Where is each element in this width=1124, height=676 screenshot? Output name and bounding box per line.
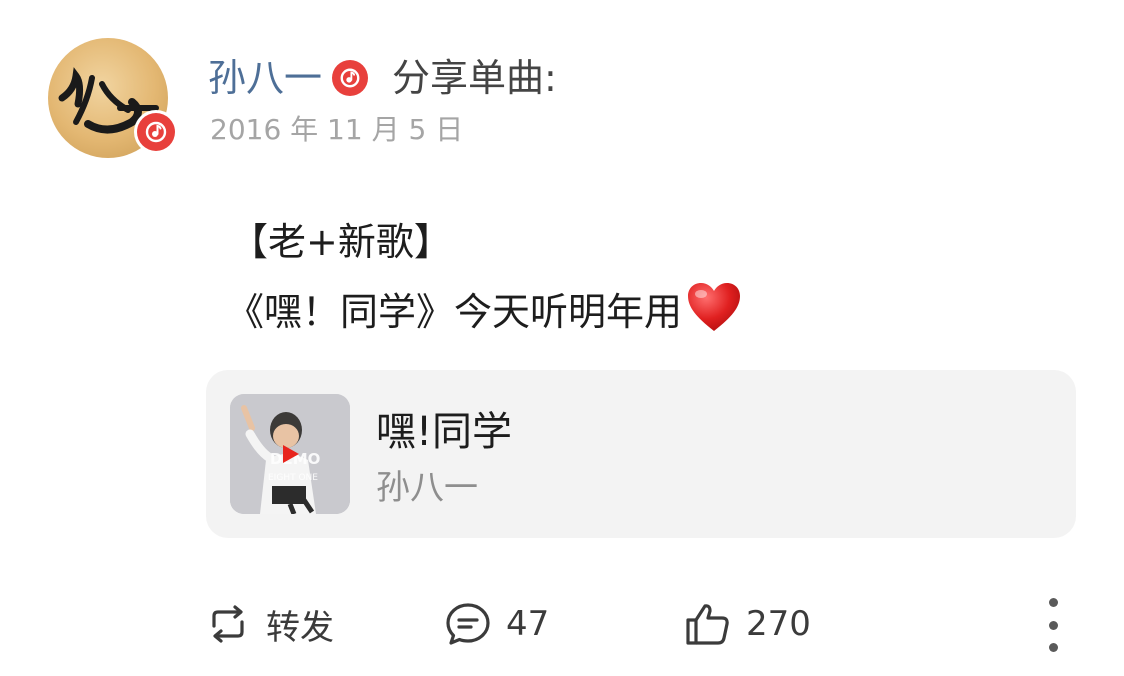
repost-button[interactable]: 转发 <box>204 596 334 652</box>
more-options-button[interactable] <box>1040 598 1066 652</box>
post-line-with-emoji: 《嘿！同学》今天听明年用 <box>226 280 742 350</box>
post-line: 《嘿！同学》今天听明年用 <box>226 290 683 334</box>
post-body: 【老+新歌】 《嘿！同学》今天听明年用 <box>226 210 742 350</box>
comment-icon <box>446 603 490 645</box>
music-badge-icon <box>332 60 369 96</box>
more-dot-icon <box>1048 620 1058 630</box>
like-button[interactable]: 270 <box>684 596 811 652</box>
comment-button[interactable]: 47 <box>444 596 549 652</box>
song-artist: 孙八一 <box>376 468 478 508</box>
more-dot-icon <box>1048 598 1058 607</box>
more-dot-icon <box>1048 643 1058 652</box>
repost-label: 转发 <box>266 607 334 648</box>
music-badge <box>134 110 178 154</box>
action-text: 分享单曲: <box>392 56 557 100</box>
comment-count: 47 <box>506 604 550 644</box>
heart-icon <box>688 283 741 331</box>
repost-icon <box>212 605 244 643</box>
svg-text:EIGHT ONE: EIGHT ONE <box>268 473 318 483</box>
username[interactable]: 孙八一 <box>208 52 322 104</box>
album-cover[interactable]: DEMO EIGHT ONE <box>230 394 350 514</box>
avatar[interactable] <box>48 38 178 158</box>
music-card[interactable]: DEMO EIGHT ONE 嘿!同学 孙八一 <box>206 370 1076 538</box>
like-count: 270 <box>746 604 811 644</box>
post-line: 【老+新歌】 <box>230 220 452 264</box>
thumbs-up-icon <box>686 604 729 645</box>
timestamp: 2016 年 11 月 5 日 <box>210 113 464 146</box>
music-note-icon <box>145 121 167 143</box>
post-header: 孙八一 分享单曲: <box>208 52 557 104</box>
song-title[interactable]: 嘿!同学 <box>376 406 512 458</box>
play-icon[interactable] <box>278 442 302 466</box>
